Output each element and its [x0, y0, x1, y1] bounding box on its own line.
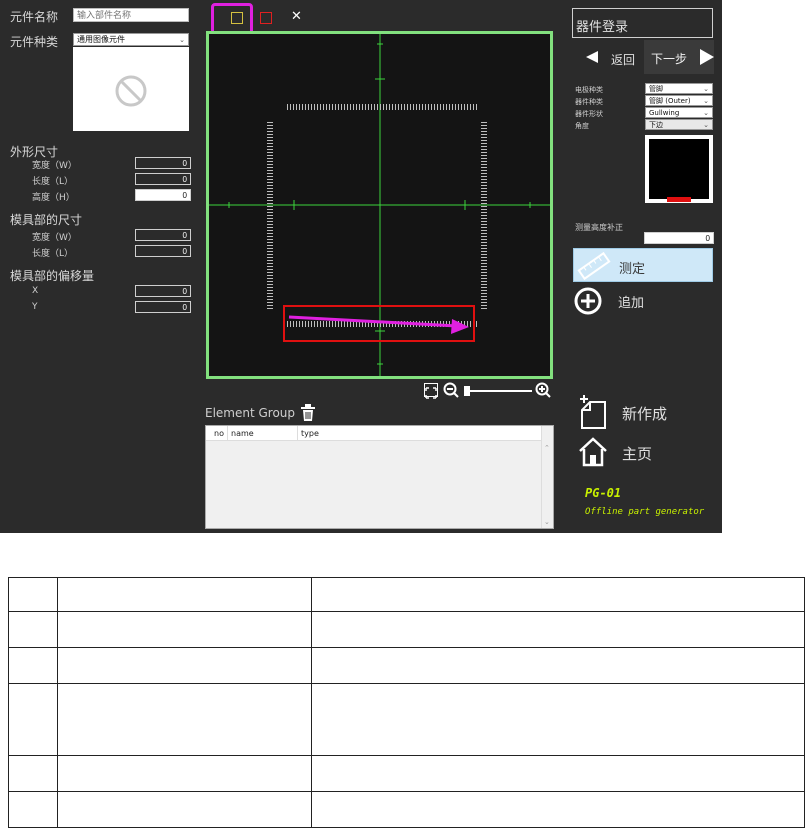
- zoom-slider-track[interactable]: [470, 390, 532, 392]
- app-code: PG-01: [585, 486, 622, 500]
- scroll-down-icon[interactable]: ⌄: [544, 518, 550, 526]
- new-label: 新作成: [622, 405, 668, 423]
- new-file-icon: [580, 395, 606, 429]
- chevron-down-icon: ⌄: [703, 85, 709, 93]
- zoom-in-icon[interactable]: [535, 382, 551, 398]
- shape-value: Gullwing: [649, 109, 680, 117]
- mold-title: 模具部的尺寸: [10, 213, 83, 227]
- length-label: 长度（L）: [32, 177, 74, 187]
- image-viewer[interactable]: [206, 31, 553, 379]
- register-title: 器件登录: [576, 20, 629, 35]
- mold-length-input[interactable]: [135, 245, 191, 257]
- table-row: [8, 755, 805, 792]
- height-input[interactable]: [135, 189, 191, 201]
- col-type[interactable]: type: [301, 429, 319, 438]
- table-header: no name type: [206, 426, 542, 441]
- width-label: 宽度（W）: [32, 161, 77, 171]
- angle-select[interactable]: 下边 ⌄: [645, 119, 713, 130]
- part-orientation-preview: [645, 135, 713, 203]
- mold-width-label: 宽度（W）: [32, 233, 77, 243]
- chevron-down-icon: ⌄: [179, 36, 185, 44]
- angle-value: 下边: [649, 121, 663, 129]
- lead-type-value: 管脚: [649, 85, 663, 93]
- chevron-down-icon: ⌄: [703, 121, 709, 129]
- app-window: 元件名称 元件种类 通用图像元件 ⌄ 外形尺寸 宽度（W） 长度（L） 高度（H…: [0, 0, 722, 533]
- x-input[interactable]: [135, 285, 191, 297]
- lead-type-label: 电极种类: [575, 86, 603, 94]
- component-image: [209, 34, 550, 376]
- red-rect-tool-icon[interactable]: [260, 12, 272, 24]
- shape-label: 器件形状: [575, 110, 603, 118]
- y-input[interactable]: [135, 301, 191, 313]
- part-type-select[interactable]: 通用图像元件 ⌄: [73, 33, 189, 46]
- part-image-preview: [73, 47, 189, 131]
- register-title-box: 器件登录: [572, 8, 713, 38]
- chevron-down-icon: ⌄: [703, 97, 709, 105]
- table-row: [8, 577, 805, 612]
- app-description: Offline part generator: [585, 507, 705, 517]
- element-group-table[interactable]: no name type ⌃ ⌄: [205, 425, 554, 529]
- back-arrow-icon: [586, 51, 598, 63]
- mold-width-input[interactable]: [135, 229, 191, 241]
- element-group-title: Element Group: [205, 406, 296, 420]
- part-name-label: 元件名称: [10, 10, 59, 24]
- next-arrow-icon: [700, 49, 714, 65]
- add-button[interactable]: 追加: [574, 287, 694, 315]
- table-row: [8, 647, 805, 684]
- table-row: [8, 791, 805, 828]
- table-row: [8, 683, 805, 756]
- home-button[interactable]: 主页: [578, 435, 698, 469]
- y-label: Y: [32, 302, 38, 312]
- lead-type-select[interactable]: 管脚 ⌄: [645, 83, 713, 94]
- part-name-input[interactable]: [73, 8, 189, 22]
- back-button[interactable]: 返回: [583, 48, 643, 68]
- angle-label: 角度: [575, 122, 589, 130]
- offset-title: 模具部的偏移量: [10, 269, 95, 283]
- next-label: 下一步: [651, 52, 688, 66]
- part-kind-select[interactable]: 管脚 (Outer) ⌄: [645, 95, 713, 106]
- part-type-label: 元件种类: [10, 35, 59, 49]
- width-input[interactable]: [135, 157, 191, 169]
- home-icon: [579, 437, 607, 467]
- empty-table: [8, 577, 805, 828]
- height-comp-input[interactable]: [644, 232, 714, 244]
- part-kind-value: 管脚 (Outer): [649, 97, 691, 105]
- trash-icon[interactable]: [300, 404, 316, 422]
- part-body: [649, 139, 709, 199]
- col-name[interactable]: name: [231, 429, 254, 438]
- height-comp-label: 测量高度补正: [575, 223, 623, 232]
- measure-label: 测定: [619, 262, 646, 277]
- close-icon[interactable]: ✕: [291, 9, 302, 24]
- add-label: 追加: [618, 296, 645, 311]
- scroll-up-icon[interactable]: ⌃: [544, 444, 550, 452]
- part-kind-label: 器件种类: [575, 98, 603, 106]
- yellow-rect-tool-icon[interactable]: [231, 12, 243, 24]
- home-label: 主页: [622, 445, 653, 463]
- length-input[interactable]: [135, 173, 191, 185]
- shape-select[interactable]: Gullwing ⌄: [645, 107, 713, 118]
- part-type-value: 通用图像元件: [77, 35, 125, 44]
- next-button[interactable]: 下一步: [644, 40, 714, 74]
- col-no[interactable]: no: [214, 429, 224, 438]
- orientation-marker: [667, 197, 691, 202]
- zoom-out-icon[interactable]: [443, 382, 459, 398]
- table-scrollbar[interactable]: ⌃ ⌄: [541, 426, 553, 528]
- add-circle-icon: [574, 287, 602, 315]
- ruler-icon: [577, 251, 611, 281]
- measure-button[interactable]: 测定: [573, 248, 713, 282]
- no-image-icon: [115, 75, 147, 107]
- new-button[interactable]: 新作成: [578, 394, 698, 430]
- fit-screen-icon[interactable]: [424, 383, 438, 399]
- chevron-down-icon: ⌄: [703, 109, 709, 117]
- table-row: [8, 611, 805, 648]
- mold-length-label: 长度（L）: [32, 249, 74, 259]
- height-label: 高度（H）: [32, 193, 75, 203]
- x-label: X: [32, 286, 39, 296]
- back-label: 返回: [611, 53, 636, 67]
